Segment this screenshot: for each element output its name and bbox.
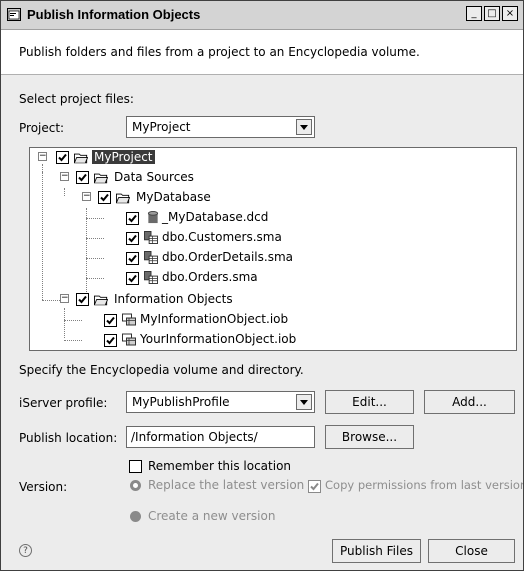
- description-banner: Publish folders and files from a project…: [1, 30, 523, 75]
- publish-location-label: Publish location:: [19, 431, 118, 445]
- table-icon: [144, 251, 158, 264]
- copy-permissions-checkbox[interactable]: [308, 480, 321, 493]
- tree-node-your-iob[interactable]: YourInformationObject.iob: [30, 330, 516, 350]
- volume-heading: Specify the Encyclopedia volume and dire…: [19, 363, 304, 377]
- collapse-toggle[interactable]: −: [60, 172, 69, 181]
- customers-label: dbo.Customers.sma: [162, 230, 282, 244]
- copy-permissions-label: Copy permissions from last version: [325, 478, 524, 492]
- version-label: Version:: [19, 480, 68, 494]
- folder-icon: [116, 193, 130, 204]
- chevron-down-icon[interactable]: [296, 119, 312, 135]
- description-text: Publish folders and files from a project…: [19, 45, 420, 59]
- remember-location-label: Remember this location: [148, 459, 292, 473]
- information-objects-checkbox[interactable]: [76, 293, 89, 306]
- create-new-version-label: Create a new version: [148, 509, 276, 523]
- myproject-checkbox[interactable]: [56, 151, 69, 164]
- your-iob-checkbox[interactable]: [104, 334, 117, 347]
- window-title: Publish Information Objects: [27, 7, 201, 22]
- my-iob-label: MyInformationObject.iob: [140, 312, 289, 326]
- tree-node-customers[interactable]: dbo.Customers.sma: [30, 228, 516, 248]
- close-button[interactable]: Close: [428, 539, 515, 563]
- orderdetails-label: dbo.OrderDetails.sma: [162, 250, 293, 264]
- folder-icon: [94, 295, 108, 306]
- select-files-label: Select project files:: [19, 92, 134, 106]
- tree-node-my-iob[interactable]: MyInformationObject.iob: [30, 310, 516, 330]
- myproject-label: MyProject: [92, 150, 155, 164]
- orders-checkbox[interactable]: [126, 272, 139, 285]
- iserver-profile-value: MyPublishProfile: [132, 395, 230, 409]
- project-file-tree[interactable]: − MyProject − Data Sources − MyDatabase …: [29, 147, 517, 351]
- tree-node-orders[interactable]: dbo.Orders.sma: [30, 268, 516, 288]
- publish-files-button[interactable]: Publish Files: [332, 539, 421, 563]
- edit-profile-button[interactable]: Edit...: [325, 390, 414, 414]
- collapse-toggle[interactable]: −: [60, 294, 69, 303]
- data-sources-label: Data Sources: [114, 170, 194, 184]
- database-icon: [147, 211, 159, 224]
- add-profile-button[interactable]: Add...: [424, 390, 515, 414]
- project-label: Project:: [19, 121, 65, 135]
- dcd-checkbox[interactable]: [126, 212, 139, 225]
- publish-location-field[interactable]: /Information Objects/: [126, 426, 315, 448]
- dcd-label: _MyDatabase.dcd: [162, 210, 269, 224]
- iserver-profile-label: iServer profile:: [19, 396, 108, 410]
- create-new-version-radio[interactable]: [130, 511, 141, 522]
- tree-node-orderdetails[interactable]: dbo.OrderDetails.sma: [30, 248, 516, 268]
- customers-checkbox[interactable]: [126, 232, 139, 245]
- table-icon: [144, 271, 158, 284]
- publish-location-value: /Information Objects/: [131, 430, 258, 444]
- tree-node-data-sources[interactable]: − Data Sources: [30, 168, 516, 188]
- table-icon: [144, 231, 158, 244]
- tree-node-mydatabase[interactable]: − MyDatabase: [30, 188, 516, 208]
- information-objects-label: Information Objects: [114, 292, 233, 306]
- tree-node-information-objects[interactable]: − Information Objects: [30, 290, 516, 310]
- mydatabase-checkbox[interactable]: [98, 191, 111, 204]
- info-object-icon: [122, 313, 136, 326]
- project-select-value: MyProject: [132, 120, 191, 134]
- tree-node-myproject[interactable]: − MyProject: [30, 148, 516, 168]
- data-sources-checkbox[interactable]: [76, 171, 89, 184]
- maximize-button[interactable]: □: [484, 6, 500, 21]
- publish-dialog: Publish Information Objects _ □ × Publis…: [0, 0, 524, 571]
- my-iob-checkbox[interactable]: [104, 314, 117, 327]
- mydatabase-label: MyDatabase: [136, 190, 211, 204]
- tree-node-dcd[interactable]: _MyDatabase.dcd: [30, 208, 516, 228]
- replace-version-label: Replace the latest version: [148, 478, 305, 492]
- collapse-toggle[interactable]: −: [38, 152, 47, 161]
- info-object-icon: [122, 333, 136, 346]
- browse-button[interactable]: Browse...: [325, 425, 414, 449]
- orders-label: dbo.Orders.sma: [162, 270, 258, 284]
- chevron-down-icon[interactable]: [296, 394, 312, 410]
- title-bar[interactable]: Publish Information Objects _ □ ×: [1, 1, 523, 30]
- replace-version-radio[interactable]: [130, 480, 141, 491]
- remember-location-checkbox[interactable]: [129, 460, 142, 473]
- collapse-toggle[interactable]: −: [82, 192, 91, 201]
- your-iob-label: YourInformationObject.iob: [140, 332, 297, 346]
- orderdetails-checkbox[interactable]: [126, 252, 139, 265]
- folder-icon: [74, 153, 88, 164]
- minimize-button[interactable]: _: [466, 6, 482, 21]
- iserver-profile-select[interactable]: MyPublishProfile: [126, 391, 315, 413]
- close-window-button[interactable]: ×: [502, 6, 518, 21]
- project-select[interactable]: MyProject: [126, 116, 315, 138]
- window-icon: [7, 8, 21, 21]
- folder-icon: [94, 173, 108, 184]
- help-icon[interactable]: ?: [19, 544, 32, 557]
